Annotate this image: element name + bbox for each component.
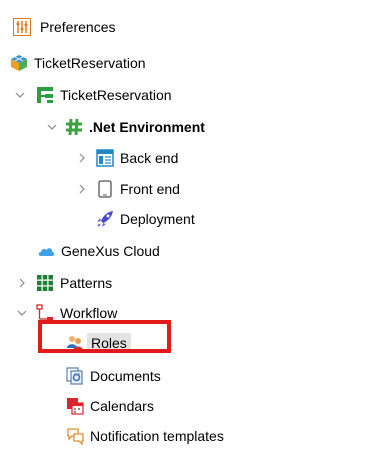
net-environment-icon [65,118,83,136]
tree-item-kb[interactable]: TicketReservation [10,50,146,76]
documents-icon [66,367,84,385]
tree-item-frontend[interactable]: Front end [96,176,180,202]
tree-item-label: Back end [120,150,179,166]
preferences-title: Preferences [40,19,116,35]
tree-item-environment[interactable]: .Net Environment [65,114,205,140]
calendars-icon [66,397,84,415]
tree-item-label: .Net Environment [89,119,205,135]
kb-cube-icon [10,54,28,72]
module-icon [36,86,54,104]
tree-item-patterns[interactable]: Patterns [36,270,112,296]
expand-chevron-icon[interactable] [77,153,87,163]
tree-item-label: TicketReservation [34,55,146,71]
expand-chevron-icon[interactable] [17,278,27,288]
tree-item-genexus-cloud[interactable]: GeneXus Cloud [37,238,160,264]
notification-icon [66,427,84,445]
tree-item-label: Deployment [120,211,195,227]
backend-icon [96,149,114,167]
tree-item-label: Notification templates [90,428,224,444]
tree-item-backend[interactable]: Back end [96,145,178,171]
tree-item-label: Front end [120,181,180,197]
tree-item-label: GeneXus Cloud [61,243,160,259]
tree-item-notification-templates[interactable]: Notification templates [66,423,224,449]
tree-item-label: Documents [90,368,161,384]
collapse-chevron-icon[interactable] [17,308,27,318]
tree-item-label: Patterns [60,275,113,291]
preferences-header[interactable]: Preferences [13,14,115,40]
tree-item-label: TicketReservation [60,87,172,103]
tree-item-calendars[interactable]: Calendars [66,393,154,419]
patterns-icon [36,274,54,292]
tree-item-documents[interactable]: Documents [66,363,161,389]
collapse-chevron-icon[interactable] [15,90,25,100]
expand-chevron-icon[interactable] [77,184,87,194]
highlight-box [38,320,171,353]
frontend-icon [96,180,114,198]
cloud-icon [37,242,55,260]
preferences-icon [13,18,31,36]
rocket-icon [96,210,114,228]
tree-item-deployment[interactable]: Deployment [96,206,195,232]
tree-item-module[interactable]: TicketReservation [36,82,172,108]
tree-item-label: Calendars [90,398,154,414]
collapse-chevron-icon[interactable] [47,122,57,132]
